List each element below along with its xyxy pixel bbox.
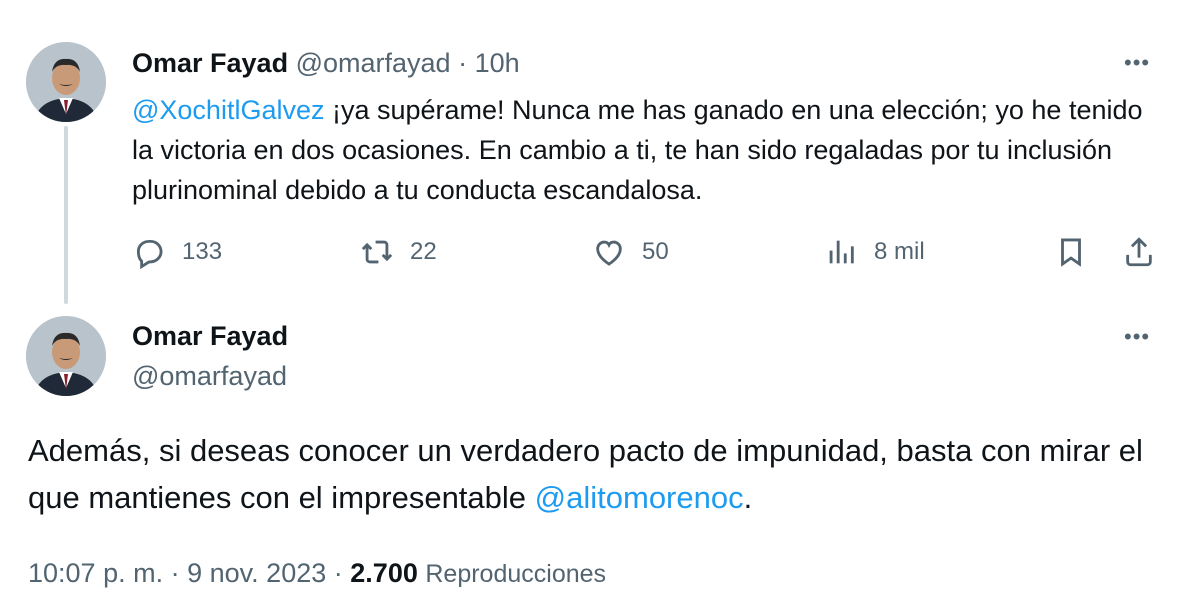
author-handle[interactable]: @omarfayad [132, 359, 287, 393]
like-button[interactable]: 50 [592, 230, 669, 274]
meta-separator: · [170, 558, 180, 588]
avatar-image [26, 316, 106, 396]
header-separator: · [458, 48, 468, 78]
tweet1-text: @XochitlGalvez ¡ya supérame! Nunca me ha… [132, 90, 1152, 210]
analytics-icon [829, 240, 854, 264]
tweet-metadata: 10:07 p. m. · 9 nov. 2023 · 2.700 Reprod… [28, 556, 606, 591]
more-options-icon[interactable]: ••• [1124, 52, 1150, 74]
author-handle[interactable]: @omarfayad [296, 48, 451, 78]
like-count: 50 [642, 238, 669, 265]
reply-count: 133 [182, 238, 223, 265]
author-name[interactable]: Omar Fayad [132, 319, 288, 353]
bookmark-icon [1061, 238, 1081, 267]
more-options-icon[interactable]: ••• [1124, 326, 1150, 348]
tweet1-header: Omar Fayad @omarfayad · 10h [132, 46, 520, 80]
tweet2-text: Además, si deseas conocer un verdadero p… [28, 427, 1168, 521]
author-name[interactable]: Omar Fayad [132, 48, 288, 78]
mention-link[interactable]: @alitomorenoc [535, 480, 744, 515]
retweet-count: 22 [410, 238, 437, 265]
tweet1-action-bar: 133 22 50 8 mil [132, 230, 1162, 274]
retweet-button[interactable]: 22 [360, 230, 437, 274]
share-button[interactable] [1122, 230, 1156, 274]
avatar[interactable] [26, 316, 106, 396]
mention-link[interactable]: @XochitlGalvez [132, 95, 324, 125]
tweet-date[interactable]: 9 nov. 2023 [187, 558, 326, 588]
avatar[interactable] [26, 42, 106, 122]
share-icon [1126, 237, 1152, 267]
heart-icon [596, 240, 622, 266]
meta-separator: · [333, 558, 343, 588]
thread-connector-line [64, 126, 68, 304]
views-button[interactable]: 8 mil [824, 230, 925, 274]
reply-icon [136, 239, 163, 269]
tweet-timestamp[interactable]: 10:07 p. m. [28, 558, 163, 588]
views-count: 8 mil [874, 238, 925, 265]
tweet-time[interactable]: 10h [475, 48, 520, 78]
views-total: 2.700 [350, 558, 418, 588]
avatar-image [26, 42, 106, 122]
bookmark-button[interactable] [1054, 230, 1088, 274]
reply-button[interactable]: 133 [132, 230, 222, 274]
retweet-icon [361, 240, 393, 264]
views-label: Reproducciones [425, 560, 607, 588]
tweet2-body-end: . [743, 480, 753, 515]
